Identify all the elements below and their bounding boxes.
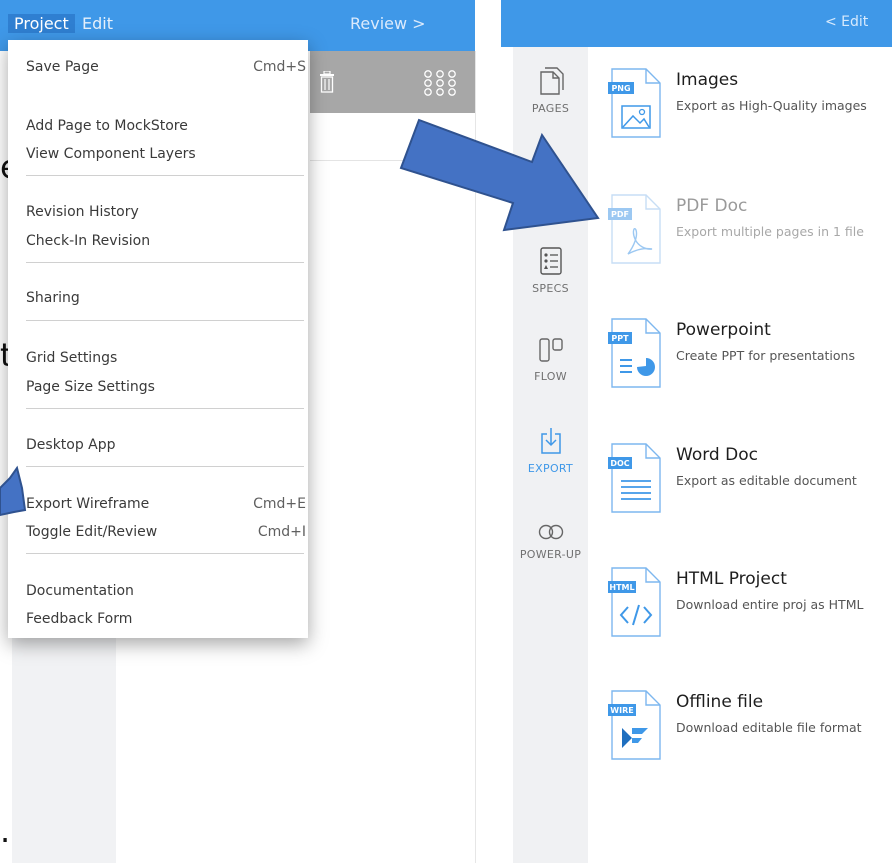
- menu-item-export-wireframe[interactable]: Export Wireframe Cmd+E: [26, 493, 306, 515]
- menu-divider: [26, 175, 304, 176]
- menu-item-save-page[interactable]: Save Page Cmd+S: [26, 56, 306, 78]
- export-option-html[interactable]: HTML HTML Project Download entire proj a…: [598, 567, 892, 647]
- flow-icon: [538, 338, 563, 362]
- shortcut-label: Cmd+I: [257, 524, 306, 540]
- export-icon: [540, 428, 561, 454]
- back-to-edit-button[interactable]: < Edit: [825, 14, 868, 30]
- wire-file-icon: [608, 690, 661, 760]
- menu-edit[interactable]: Edit: [82, 14, 113, 33]
- menu-item-add-page-to-mockstore[interactable]: Add Page to MockStore: [26, 115, 306, 137]
- export-title: Offline file: [676, 692, 764, 712]
- menu-divider: [26, 320, 304, 321]
- pages-icon: [539, 67, 564, 95]
- menu-divider: [26, 553, 304, 554]
- specs-icon: [539, 247, 562, 275]
- html-file-icon: [608, 567, 661, 637]
- sidebar-label: PAGES: [531, 102, 570, 115]
- menu-item-page-size-settings[interactable]: Page Size Settings: [26, 376, 306, 398]
- trash-icon[interactable]: [318, 71, 336, 93]
- pdf-file-icon: [608, 194, 661, 264]
- grid-dots-icon[interactable]: [423, 69, 457, 97]
- export-option-word[interactable]: DOC Word Doc Export as editable document: [598, 443, 892, 523]
- menu-item-check-in-revision[interactable]: Check-In Revision: [26, 230, 306, 252]
- project-dropdown-menu: Save Page Cmd+S Add Page to MockStore Vie…: [8, 40, 308, 638]
- export-title: Images: [676, 70, 739, 90]
- export-title: PDF Doc: [676, 196, 748, 216]
- divider: [475, 51, 476, 863]
- divider: [310, 160, 475, 161]
- export-option-powerpoint[interactable]: PPT Powerpoint Create PPT for presentati…: [598, 318, 892, 398]
- export-description: Export multiple pages in 1 file: [676, 224, 864, 239]
- sidebar-label: FLOW: [534, 370, 567, 383]
- menu-item-toggle-edit-review[interactable]: Toggle Edit/Review Cmd+I: [26, 521, 306, 543]
- sidebar-item-flow[interactable]: FLOW: [513, 336, 588, 383]
- file-badge: PPT: [611, 334, 629, 343]
- export-option-pdf[interactable]: PDF PDF Doc Export multiple pages in 1 f…: [598, 194, 892, 274]
- sidebar-label: POWER-UP: [519, 548, 582, 561]
- sidebar-label: SPECS: [532, 282, 569, 295]
- menu-item-documentation[interactable]: Documentation: [26, 580, 306, 602]
- power-up-circle-icon: [534, 158, 566, 190]
- export-title: HTML Project: [676, 569, 787, 589]
- file-badge: HTML: [609, 583, 635, 592]
- menu-divider: [26, 408, 304, 409]
- export-option-images[interactable]: PNG Images Export as High-Quality images: [598, 68, 892, 148]
- sidebar-label: EXPORT: [527, 462, 574, 475]
- file-badge: WIRE: [610, 706, 634, 715]
- left-toolbar: [310, 51, 475, 113]
- menu-project[interactable]: Project: [8, 14, 75, 33]
- menu-item-view-component-layers[interactable]: View Component Layers: [26, 143, 306, 165]
- export-description: Export as editable document: [676, 473, 857, 488]
- ppt-file-icon: [608, 318, 661, 388]
- png-file-icon: [608, 68, 661, 138]
- export-description: Export as High-Quality images: [676, 98, 867, 113]
- menu-item-grid-settings[interactable]: Grid Settings: [26, 347, 306, 369]
- export-title: Powerpoint: [676, 320, 771, 340]
- sidebar-item-specs[interactable]: SPECS: [513, 246, 588, 295]
- menu-divider: [26, 262, 304, 263]
- menu-divider: [26, 466, 304, 467]
- menu-item-revision-history[interactable]: Revision History: [26, 201, 306, 223]
- shortcut-label: Cmd+S: [253, 59, 306, 75]
- doc-file-icon: [608, 443, 661, 513]
- background-text: .: [0, 812, 11, 850]
- sidebar-item-export[interactable]: EXPORT: [513, 426, 588, 475]
- sidebar-item-pages[interactable]: PAGES: [513, 66, 588, 115]
- file-badge: PNG: [611, 84, 631, 93]
- infinity-icon: [538, 524, 563, 540]
- export-option-offline-file[interactable]: WIRE Offline file Download editable file…: [598, 690, 892, 770]
- export-description: Download editable file format: [676, 720, 862, 735]
- shortcut-label: Cmd+E: [253, 496, 306, 512]
- menu-item-sharing[interactable]: Sharing: [26, 287, 306, 309]
- file-badge: PDF: [611, 210, 629, 219]
- sidebar-item-power-up[interactable]: POWER-UP: [513, 522, 588, 561]
- file-badge: DOC: [610, 459, 630, 468]
- export-title: Word Doc: [676, 445, 758, 465]
- menu-item-desktop-app[interactable]: Desktop App: [26, 434, 306, 456]
- menu-item-feedback-form[interactable]: Feedback Form: [26, 608, 306, 630]
- export-description: Create PPT for presentations: [676, 348, 855, 363]
- export-description: Download entire proj as HTML: [676, 597, 864, 612]
- review-button[interactable]: Review >: [350, 14, 426, 33]
